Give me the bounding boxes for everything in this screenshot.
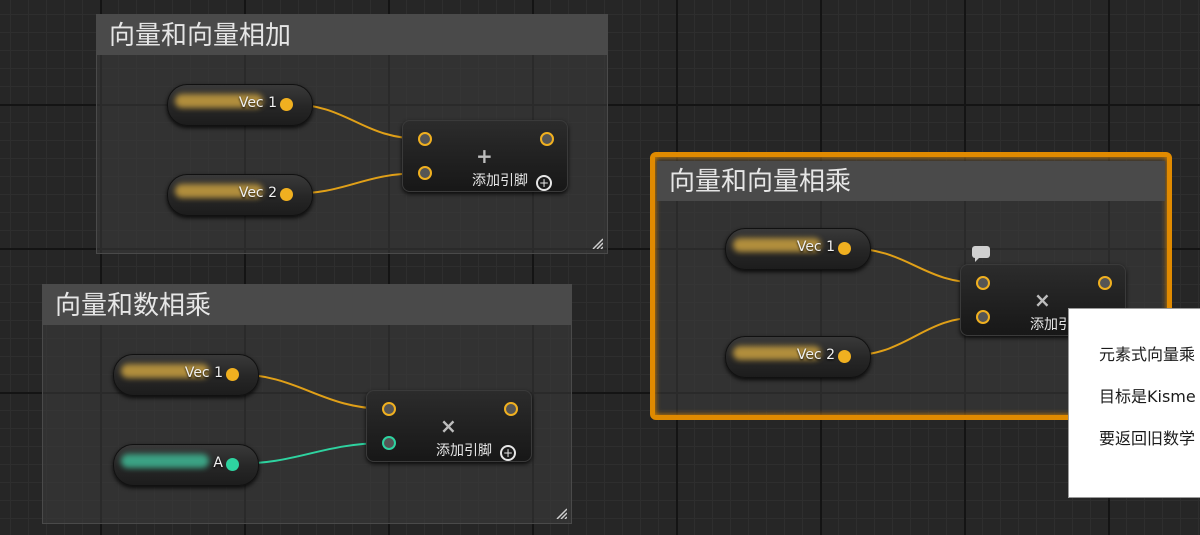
node-tooltip: 元素式向量乘 目标是Kisme 要返回旧数学 — [1068, 308, 1200, 498]
node-label: Vec 1 — [238, 95, 277, 111]
add-pin-label: 添加引 — [1030, 317, 1072, 333]
multiply-icon: × — [440, 414, 457, 438]
vector-input-pin[interactable] — [382, 402, 396, 416]
vector-input-pin[interactable] — [418, 132, 432, 146]
float-input-pin[interactable] — [382, 436, 396, 450]
tooltip-line: 元素式向量乘 — [1099, 345, 1196, 364]
vector-input-pin[interactable] — [976, 310, 990, 324]
add-pin-label: 添加引脚 — [436, 443, 492, 459]
vector-output-pin[interactable] — [280, 98, 293, 111]
plus-icon: + — [476, 144, 493, 168]
plus-circle-icon: + — [536, 175, 552, 191]
node-label: Vec 2 — [238, 185, 277, 201]
vector-output-pin[interactable] — [226, 368, 239, 381]
node-glow — [121, 454, 209, 468]
vector-input-pin[interactable] — [418, 166, 432, 180]
variable-node-vec1[interactable]: Vec 1 — [167, 84, 313, 126]
plus-circle-icon: + — [500, 445, 516, 461]
add-operator-node[interactable]: + 添加引脚 + — [402, 120, 568, 192]
variable-node-a[interactable]: A — [113, 444, 259, 486]
add-pin-button[interactable]: 添加引脚 + — [472, 170, 552, 191]
add-pin-label: 添加引脚 — [472, 173, 528, 189]
add-pin-button[interactable]: 添加引脚 + — [436, 440, 516, 461]
node-label: Vec 1 — [796, 239, 835, 255]
variable-node-vec1[interactable]: Vec 1 — [113, 354, 259, 396]
vector-output-pin[interactable] — [838, 350, 851, 363]
node-label: Vec 2 — [796, 347, 835, 363]
node-label: Vec 1 — [184, 365, 223, 381]
speech-bubble-icon[interactable] — [972, 246, 990, 262]
multiply-operator-node[interactable]: × 添加引脚 + — [366, 390, 532, 462]
multiply-icon: × — [1034, 288, 1051, 312]
variable-node-vec1[interactable]: Vec 1 — [725, 228, 871, 270]
vector-input-pin[interactable] — [976, 276, 990, 290]
variable-node-vec2[interactable]: Vec 2 — [167, 174, 313, 216]
vector-output-pin[interactable] — [540, 132, 554, 146]
variable-node-vec2[interactable]: Vec 2 — [725, 336, 871, 378]
vector-output-pin[interactable] — [504, 402, 518, 416]
node-label: A — [213, 455, 223, 471]
vector-output-pin[interactable] — [838, 242, 851, 255]
tooltip-line: 要返回旧数学 — [1099, 429, 1196, 448]
add-pin-button[interactable]: 添加引 — [1030, 314, 1072, 334]
vector-output-pin[interactable] — [1098, 276, 1112, 290]
tooltip-line: 目标是Kisme — [1099, 387, 1196, 406]
vector-output-pin[interactable] — [280, 188, 293, 201]
float-output-pin[interactable] — [226, 458, 239, 471]
